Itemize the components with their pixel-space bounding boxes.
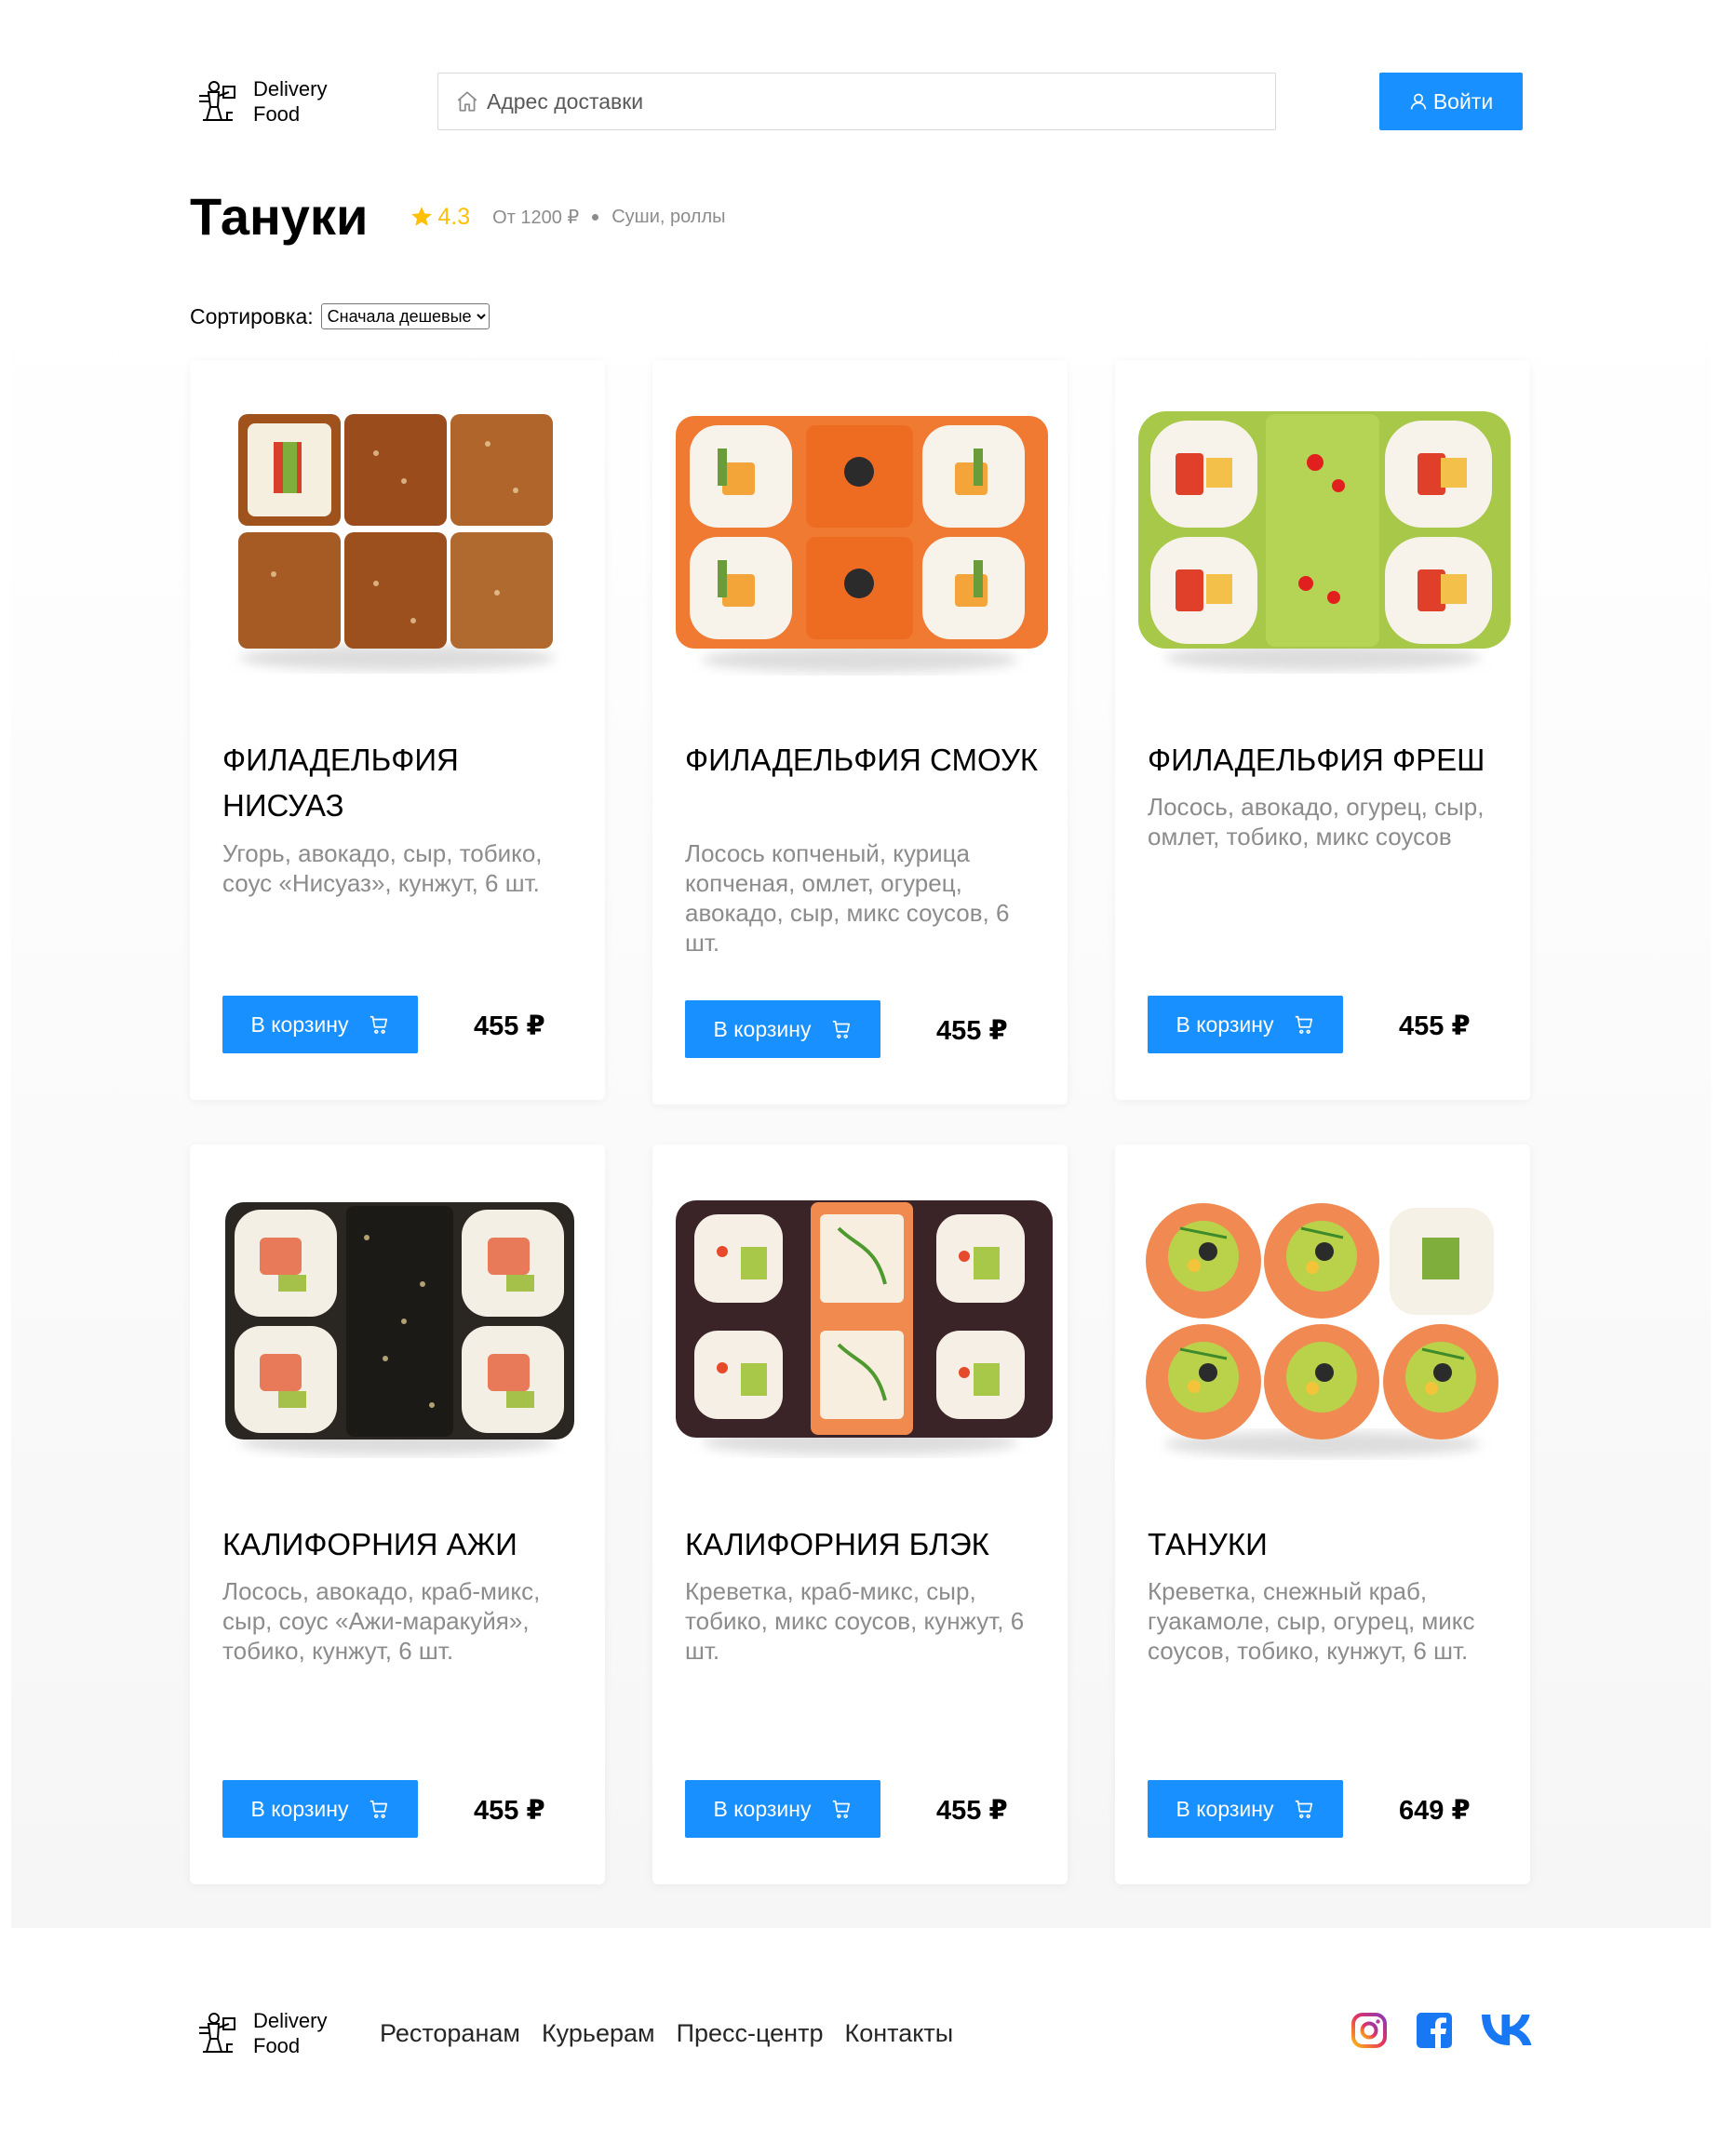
home-icon [457,91,477,112]
footer-logo-line1: Delivery [253,2009,328,2032]
sort-select[interactable]: Сначала дешевые [320,303,490,329]
add-to-cart-label: В корзину [1176,1011,1274,1037]
footer-link-contacts[interactable]: Контакты [844,2019,953,2048]
cart-icon [1296,1015,1313,1034]
product-title: Калифорния блэк [685,1527,989,1561]
sushi-black-image [676,1200,1053,1455]
product-image [652,1145,1068,1493]
sushi-tanuki-image [1146,1203,1498,1457]
add-to-cart-label: В корзину [1176,1796,1274,1821]
product-title: Филадельфия нисуаз [222,743,459,823]
logo-text: Delivery Food [253,76,327,127]
social-links [1322,2013,1532,2048]
rating-value: 4.3 [437,203,471,230]
cart-icon [833,1020,851,1038]
product-title: Тануки [1148,1527,1268,1561]
product-card: Филадельфия фреш Лосось, авокадо, огурец… [1115,360,1530,1100]
footer-logo-line2: Food [253,2034,301,2057]
restaurant-title: Тануки [190,187,369,246]
add-to-cart-button[interactable]: В корзину [685,1780,880,1838]
product-card: Тануки Креветка, снежный краб, гуакамоле… [1115,1145,1530,1884]
product-price: 649 ₽ [1399,1796,1471,1826]
product-image [190,1145,605,1493]
menu-section: Сортировка: Сначала дешевые ФИЛАДЕЛЬФИЯ … [11,288,1711,1928]
add-to-cart-label: В корзину [713,1796,812,1821]
address-input[interactable] [487,88,1250,114]
footer-link-couriers[interactable]: Курьерам [542,2019,655,2048]
sort-control: Сортировка: Сначала дешевые [190,303,490,329]
add-to-cart-label: В корзину [250,1011,349,1037]
product-description: Лосось, авокадо, огурец, сыр, омлет, тоб… [1148,793,1485,850]
add-to-cart-button[interactable]: В корзину [222,1780,418,1838]
star-icon [411,207,433,226]
footer-nav: Ресторанам Курьерам Пресс-центр Контакты [380,2003,974,2063]
product-description: Угорь, авокадо, сыр, тобико, соус «Нисуа… [222,839,543,897]
delivery-logo-icon [199,81,235,121]
header: Delivery Food Войти [190,72,1523,131]
sushi-nisuaz-image [238,414,556,671]
product-title: Филадельфия смоук [685,743,1039,777]
product-description: Лосось, авокадо, краб-микс, сыр, соус «А… [222,1577,541,1665]
add-to-cart-button[interactable]: В корзину [685,1000,880,1058]
sushi-smoke-image [676,416,1048,673]
product-card: Филадельфия смоук Лосось копченый, куриц… [652,360,1068,1105]
login-button[interactable]: Войти [1379,73,1523,130]
add-to-cart-button[interactable]: В корзину [1148,996,1343,1053]
product-image [1115,360,1530,709]
product-card: Филадельфия нисуаз Угорь, авокадо, сыр, … [190,360,605,1100]
product-description: Креветка, краб-микс, сыр, тобико, микс с… [685,1577,1025,1665]
add-to-cart-button[interactable]: В корзину [222,996,418,1053]
cart-icon [370,1015,388,1034]
add-to-cart-button[interactable]: В корзину [1148,1780,1343,1838]
add-to-cart-label: В корзину [713,1016,812,1041]
add-to-cart-label: В корзину [250,1796,349,1821]
rating: 4.3 [410,204,470,231]
separator-dot [592,213,599,221]
product-price: 455 ₽ [474,1011,545,1041]
product-image [190,360,605,709]
delivery-logo-icon [199,2013,235,2053]
product-card: Калифорния ажи Лосось, авокадо, краб-мик… [190,1145,605,1884]
logo[interactable]: Delivery Food [190,72,327,131]
cart-icon [833,1800,851,1818]
cart-icon [1296,1800,1313,1818]
search-box[interactable] [437,73,1276,130]
product-description: Креветка, снежный краб, гуакамоле, сыр, … [1148,1577,1475,1665]
sort-label: Сортировка: [190,303,314,328]
product-price: 455 ₽ [936,1016,1008,1046]
footer-link-press[interactable]: Пресс-центр [677,2019,824,2048]
footer: Delivery Food Ресторанам Курьерам Пресс-… [190,2003,1532,2063]
product-image [1115,1145,1530,1493]
product-title: Филадельфия фреш [1148,743,1485,777]
footer-link-restaurants[interactable]: Ресторанам [380,2019,520,2048]
logo-line1: Delivery [253,77,328,100]
vk-icon[interactable] [1482,2015,1532,2046]
login-label: Войти [1432,88,1494,114]
restaurant-heading: Тануки 4.3 От 1200 ₽ Суши, роллы [190,184,726,249]
price-from: От 1200 ₽ [492,207,580,228]
product-card: Калифорния блэк Креветка, краб-микс, сыр… [652,1145,1068,1884]
sushi-aji-image [225,1202,574,1455]
footer-logo[interactable]: Delivery Food [190,2003,327,2063]
product-price: 455 ₽ [1399,1011,1471,1041]
footer-logo-text: Delivery Food [253,2008,327,2058]
instagram-icon[interactable] [1351,2013,1387,2048]
product-price: 455 ₽ [936,1796,1008,1826]
product-title: Калифорния ажи [222,1527,517,1561]
logo-line2: Food [253,102,301,126]
user-icon [1410,93,1427,110]
sushi-fresh-image [1138,411,1511,671]
facebook-icon[interactable] [1417,2013,1452,2048]
product-image [652,360,1068,709]
cart-icon [370,1800,388,1818]
product-price: 455 ₽ [474,1796,545,1826]
kitchen-type: Суши, роллы [611,206,726,227]
product-description: Лосось копченый, курица копченая, омлет,… [685,839,1010,957]
